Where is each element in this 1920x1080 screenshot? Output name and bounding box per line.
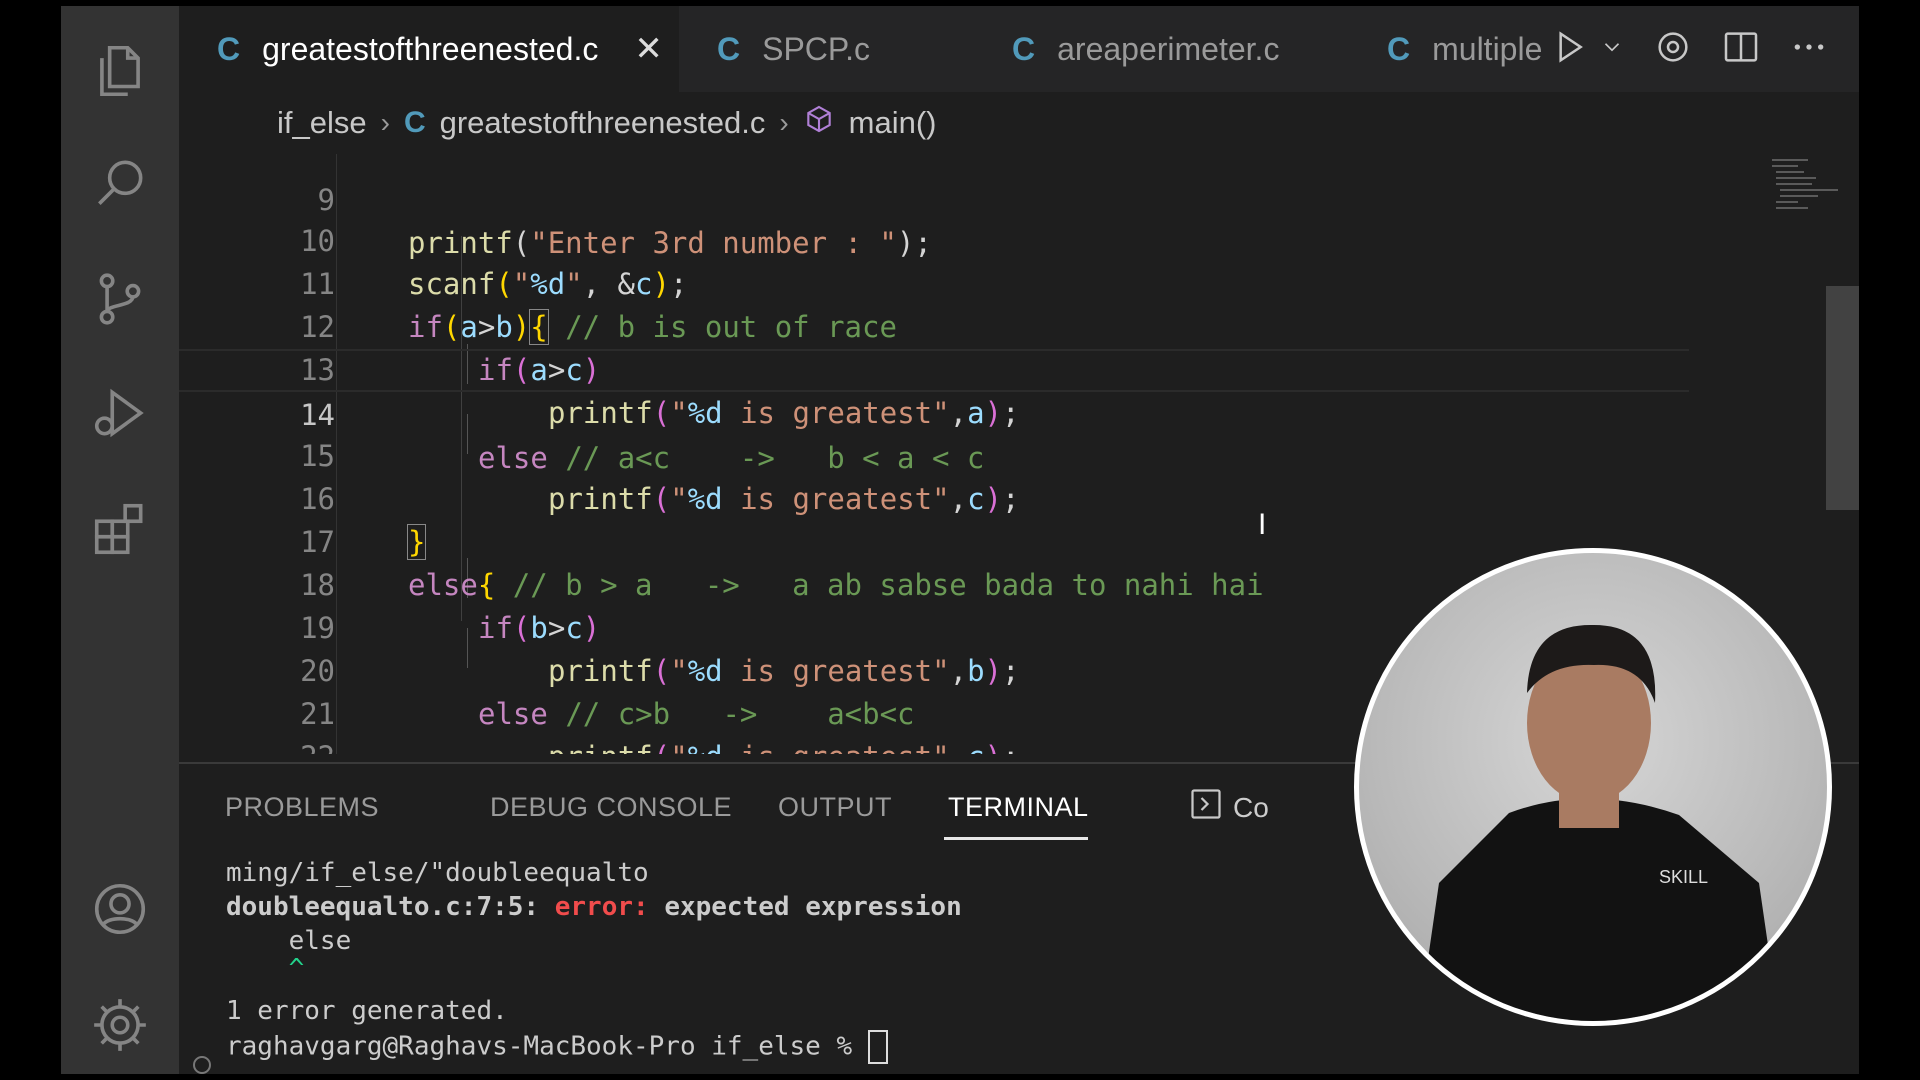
breadcrumb-symbol[interactable]: main() [849, 105, 937, 141]
tab-output[interactable]: OUTPUT [778, 792, 892, 823]
cube-symbol-icon [803, 103, 835, 143]
editor-actions [1549, 6, 1829, 92]
run-icon[interactable] [1549, 27, 1589, 72]
editor-scrollbar[interactable] [1826, 286, 1859, 510]
tab-areaperimeter[interactable]: C areaperimeter.c [974, 6, 1354, 92]
c-file-icon: C [1012, 30, 1036, 67]
search-icon[interactable] [85, 148, 155, 218]
mouse-cursor-icon: I [1258, 508, 1267, 541]
more-actions-icon[interactable] [1789, 27, 1829, 72]
terminal-caret-line: ^ [226, 954, 305, 984]
terminal-error-line: doubleequalto.c:7:5: error: expected exp… [226, 892, 962, 922]
account-icon[interactable] [85, 874, 155, 944]
extensions-icon[interactable] [85, 494, 155, 564]
terminal-line: else [226, 926, 352, 956]
tab-label: multiple [1432, 30, 1543, 67]
error-location: doubleequalto.c:7:5: [226, 892, 540, 922]
tab-terminal[interactable]: TERMINAL [948, 792, 1089, 823]
tab-spcp[interactable]: C SPCP.c [679, 6, 979, 92]
c-file-icon: C [217, 30, 241, 67]
terminal-shell-icon[interactable] [1188, 786, 1224, 827]
presenter-webcam: SKILL [1354, 548, 1832, 1026]
editor-tab-bar: C greatestofthreenested.c ✕ C SPCP.c C a… [179, 6, 1859, 92]
close-icon[interactable]: ✕ [634, 29, 663, 69]
prompt-text: raghavgarg@Raghavs-MacBook-Pro if_else % [226, 1031, 868, 1062]
presenter-image: SKILL [1419, 624, 1779, 1021]
tab-multiple[interactable]: C multiple [1349, 6, 1569, 92]
chevron-down-icon[interactable] [1599, 34, 1625, 65]
code-line: 16 } [179, 435, 1689, 560]
tab-label: SPCP.c [762, 30, 871, 67]
run-debug-icon[interactable] [85, 378, 155, 448]
breadcrumb: if_else › C greatestofthreenested.c › ma… [179, 92, 1859, 154]
split-editor-icon[interactable] [1721, 27, 1761, 72]
minimap[interactable] [1768, 154, 1848, 224]
code-line: 9 printf("Enter 3rd number : "); [179, 154, 1689, 260]
chevron-right-icon: › [779, 107, 789, 138]
terminal-status-icon [193, 1056, 211, 1074]
activity-bar [61, 6, 179, 1074]
settings-gear-icon[interactable] [85, 990, 155, 1060]
tab-label: areaperimeter.c [1057, 30, 1280, 67]
code-line: 11 if(a>b){ // b is out of race [179, 220, 1689, 345]
tab-problems[interactable]: PROBLEMS [225, 792, 379, 823]
code-line: 17 else{ // b > a -> a ab sabse bada to … [179, 478, 1689, 602]
code-line-current: 14 else // a<c -> b < a < c [179, 349, 1689, 475]
breadcrumb-folder[interactable]: if_else [277, 105, 367, 141]
source-control-icon[interactable] [85, 264, 155, 334]
terminal-line: 1 error generated. [226, 996, 508, 1026]
gear-icon[interactable] [1653, 27, 1693, 72]
error-message: expected expression [664, 892, 962, 922]
code-line: 15 printf("%d is greatest",c); [179, 392, 1689, 516]
breadcrumb-file[interactable]: greatestofthreenested.c [440, 105, 766, 141]
error-label: error: [554, 892, 649, 922]
code-line: 12 if(a>c) [179, 263, 1689, 387]
code-line: 10 scanf("%d", &c); [179, 177, 1689, 301]
terminal-prompt[interactable]: raghavgarg@Raghavs-MacBook-Pro if_else % [226, 1030, 888, 1064]
explorer-icon[interactable] [85, 36, 155, 106]
chevron-right-icon: › [380, 107, 390, 138]
terminal-name[interactable]: Co [1233, 792, 1269, 824]
terminal-cursor [867, 1030, 888, 1064]
c-file-icon: C [1387, 30, 1411, 67]
active-tab-indicator [944, 837, 1088, 840]
code-line: 18 if(b>c) [179, 521, 1689, 645]
svg-text:SKILL: SKILL [1659, 867, 1708, 887]
c-file-icon: C [403, 106, 426, 139]
c-file-icon: C [717, 30, 741, 67]
tab-debug-console[interactable]: DEBUG CONSOLE [490, 792, 732, 823]
tab-label: greatestofthreenested.c [262, 30, 599, 67]
code-line: 13 printf("%d is greatest",a); [179, 306, 1689, 430]
tab-greatestofthreenested[interactable]: C greatestofthreenested.c ✕ [179, 6, 679, 92]
terminal-line: ming/if_else/"doubleequalto [226, 858, 649, 888]
